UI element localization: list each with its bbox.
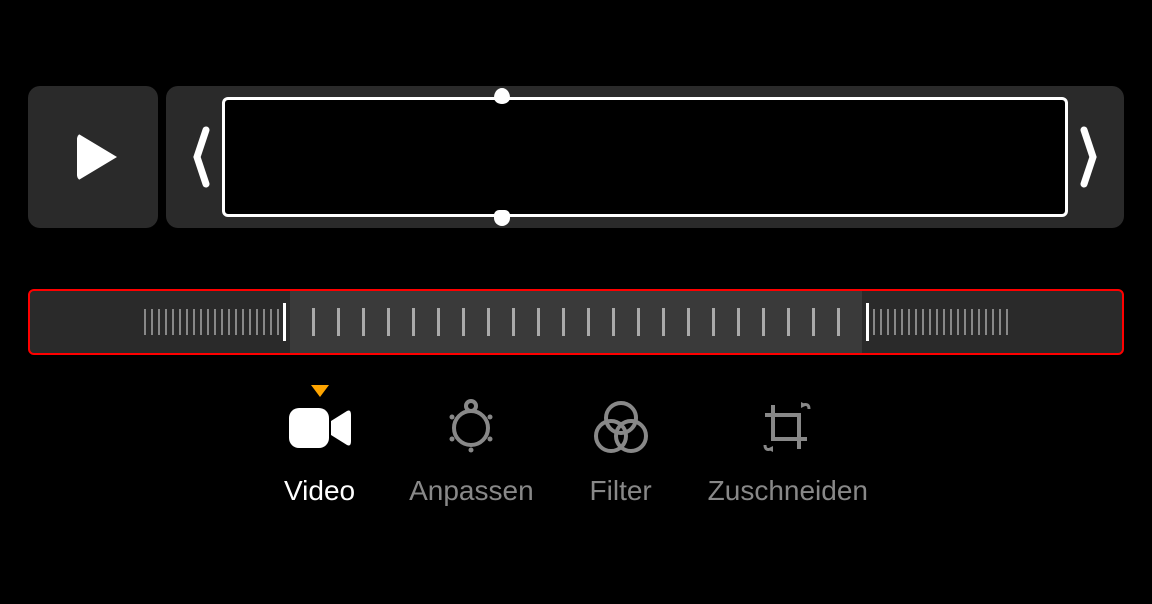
tab-crop-label: Zuschneiden [708,475,868,507]
playhead-bottom[interactable] [494,210,510,226]
timeline-trimmer[interactable] [166,86,1124,228]
adjust-icon [438,395,504,461]
tab-adjust[interactable]: Anpassen [409,395,534,507]
playhead-top[interactable] [494,88,510,104]
dense-ticks-left [144,309,279,335]
play-icon [77,133,117,181]
speed-scrubber[interactable] [28,289,1124,355]
major-tick-left [283,303,286,341]
video-icon [287,395,353,461]
active-indicator-icon [311,385,329,397]
tab-video[interactable]: Video [284,395,355,507]
scrubber-ticks [30,291,1122,353]
trim-handle-left[interactable] [186,122,216,192]
chevron-left-icon [192,122,210,192]
play-button[interactable] [28,86,158,228]
crop-icon [755,395,821,461]
sparse-ticks-center [290,291,862,353]
tab-video-label: Video [284,475,355,507]
top-controls [28,86,1124,228]
tab-filter[interactable]: Filter [588,395,654,507]
tab-filter-label: Filter [590,475,652,507]
chevron-right-icon [1080,122,1098,192]
dense-ticks-right [873,309,1008,335]
bottom-tabs: Video Anpassen Filter [0,395,1152,507]
clip-area[interactable] [222,97,1068,217]
major-tick-right [866,303,869,341]
filter-icon [588,395,654,461]
trim-handle-right[interactable] [1074,122,1104,192]
tab-crop[interactable]: Zuschneiden [708,395,868,507]
tab-adjust-label: Anpassen [409,475,534,507]
